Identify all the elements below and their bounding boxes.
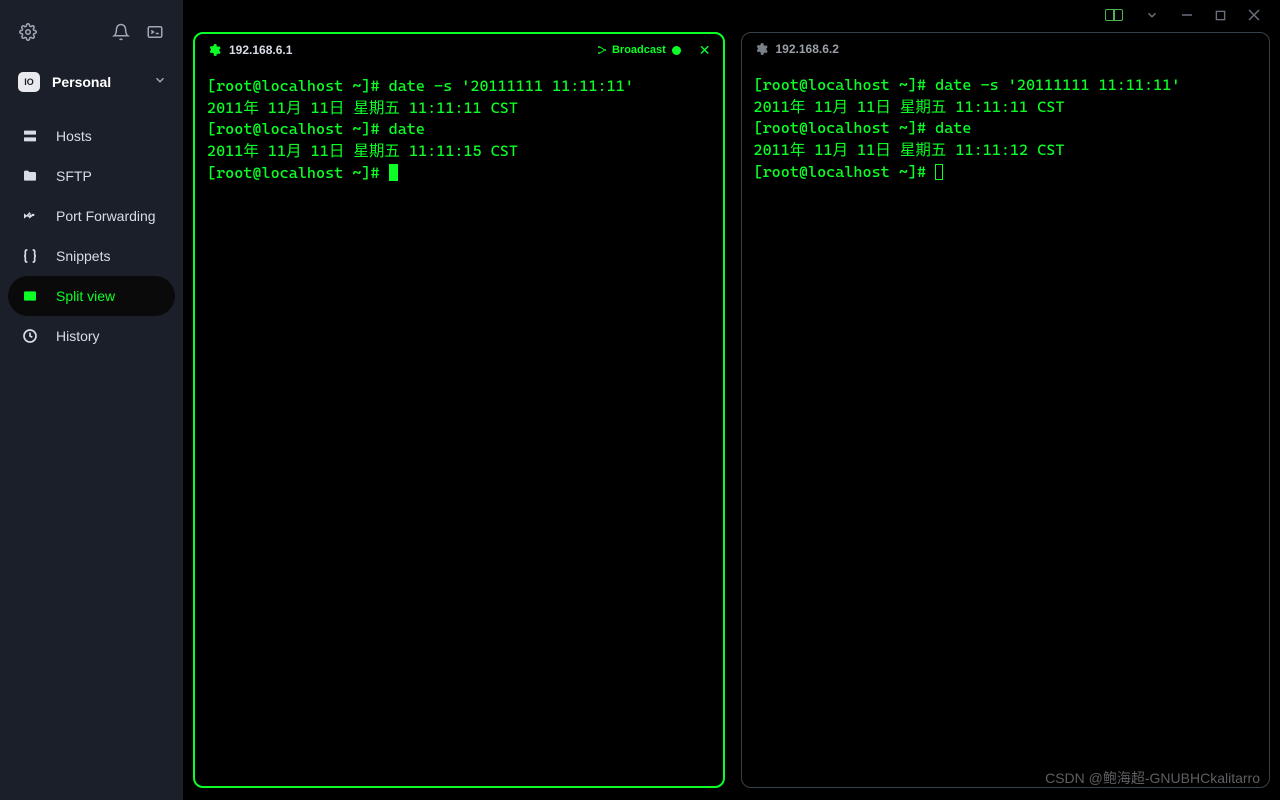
splitview-icon [22, 288, 38, 304]
braces-icon [22, 248, 38, 264]
sidebar-item-snippets[interactable]: Snippets [8, 236, 175, 276]
window-dropdown-icon[interactable] [1145, 8, 1159, 22]
sidebar-item-port-forwarding[interactable]: Port Forwarding [8, 196, 175, 236]
broadcast-icon [596, 44, 608, 56]
split-panes: 192.168.6.1 Broadcast ✕ [root@localhost … [183, 30, 1280, 800]
sidebar-item-label: Split view [56, 288, 115, 304]
settings-icon[interactable] [18, 22, 38, 42]
terminal-output[interactable]: [root@localhost ~]# date -s '20111111 11… [742, 65, 1270, 787]
watermark: CSDN @鲍海超-GNUBHCkalitarro [1045, 768, 1260, 788]
host-gear-icon[interactable] [207, 43, 221, 57]
close-pane-icon[interactable]: ✕ [699, 42, 711, 59]
terminal-output[interactable]: [root@localhost ~]# date -s '20111111 11… [195, 66, 723, 786]
sidebar-item-label: SFTP [56, 168, 92, 184]
server-icon [22, 128, 38, 144]
sidebar-item-label: Port Forwarding [56, 208, 156, 224]
vault-label: Personal [52, 74, 141, 90]
sidebar-item-label: History [56, 328, 100, 344]
broadcast-indicator-icon [672, 46, 681, 55]
chevron-down-icon [153, 73, 167, 92]
terminal-icon[interactable] [145, 22, 165, 42]
terminal-pane-2[interactable]: 192.168.6.2 [root@localhost ~]# date -s … [741, 32, 1271, 788]
broadcast-button[interactable]: Broadcast [596, 44, 687, 56]
host-gear-icon[interactable] [754, 42, 768, 56]
titlebar [183, 0, 1280, 30]
sidebar-item-label: Snippets [56, 248, 110, 264]
vault-selector[interactable]: IO Personal [0, 62, 183, 110]
nav: Hosts SFTP Port Forwarding Snippets Spli… [0, 110, 183, 362]
broadcast-label: Broadcast [612, 44, 666, 56]
main-area: 192.168.6.1 Broadcast ✕ [root@localhost … [183, 0, 1280, 800]
pane-host: 192.168.6.2 [776, 42, 1258, 56]
vault-badge-icon: IO [18, 72, 40, 92]
cursor-block-icon [389, 164, 398, 181]
window-close-icon[interactable] [1248, 9, 1260, 21]
sidebar-item-history[interactable]: History [8, 316, 175, 356]
bell-icon[interactable] [111, 22, 131, 42]
sidebar-item-label: Hosts [56, 128, 92, 144]
pane-header: 192.168.6.1 Broadcast ✕ [195, 34, 723, 66]
pane-header: 192.168.6.2 [742, 33, 1270, 65]
sidebar-item-hosts[interactable]: Hosts [8, 116, 175, 156]
pane-host: 192.168.6.1 [229, 43, 588, 57]
cursor-outline-icon [935, 164, 943, 180]
window-maximize-icon[interactable] [1215, 10, 1226, 21]
sidebar: IO Personal Hosts SFTP Port Forwarding [0, 0, 183, 800]
forward-icon [22, 208, 38, 224]
sidebar-item-split-view[interactable]: Split view [8, 276, 175, 316]
window-minimize-icon[interactable] [1181, 9, 1193, 21]
sidebar-toolbar [0, 12, 183, 62]
folder-icon [22, 168, 38, 184]
history-icon [22, 328, 38, 344]
sidebar-item-sftp[interactable]: SFTP [8, 156, 175, 196]
panels-toggle-icon[interactable] [1105, 9, 1123, 21]
terminal-pane-1[interactable]: 192.168.6.1 Broadcast ✕ [root@localhost … [193, 32, 725, 788]
